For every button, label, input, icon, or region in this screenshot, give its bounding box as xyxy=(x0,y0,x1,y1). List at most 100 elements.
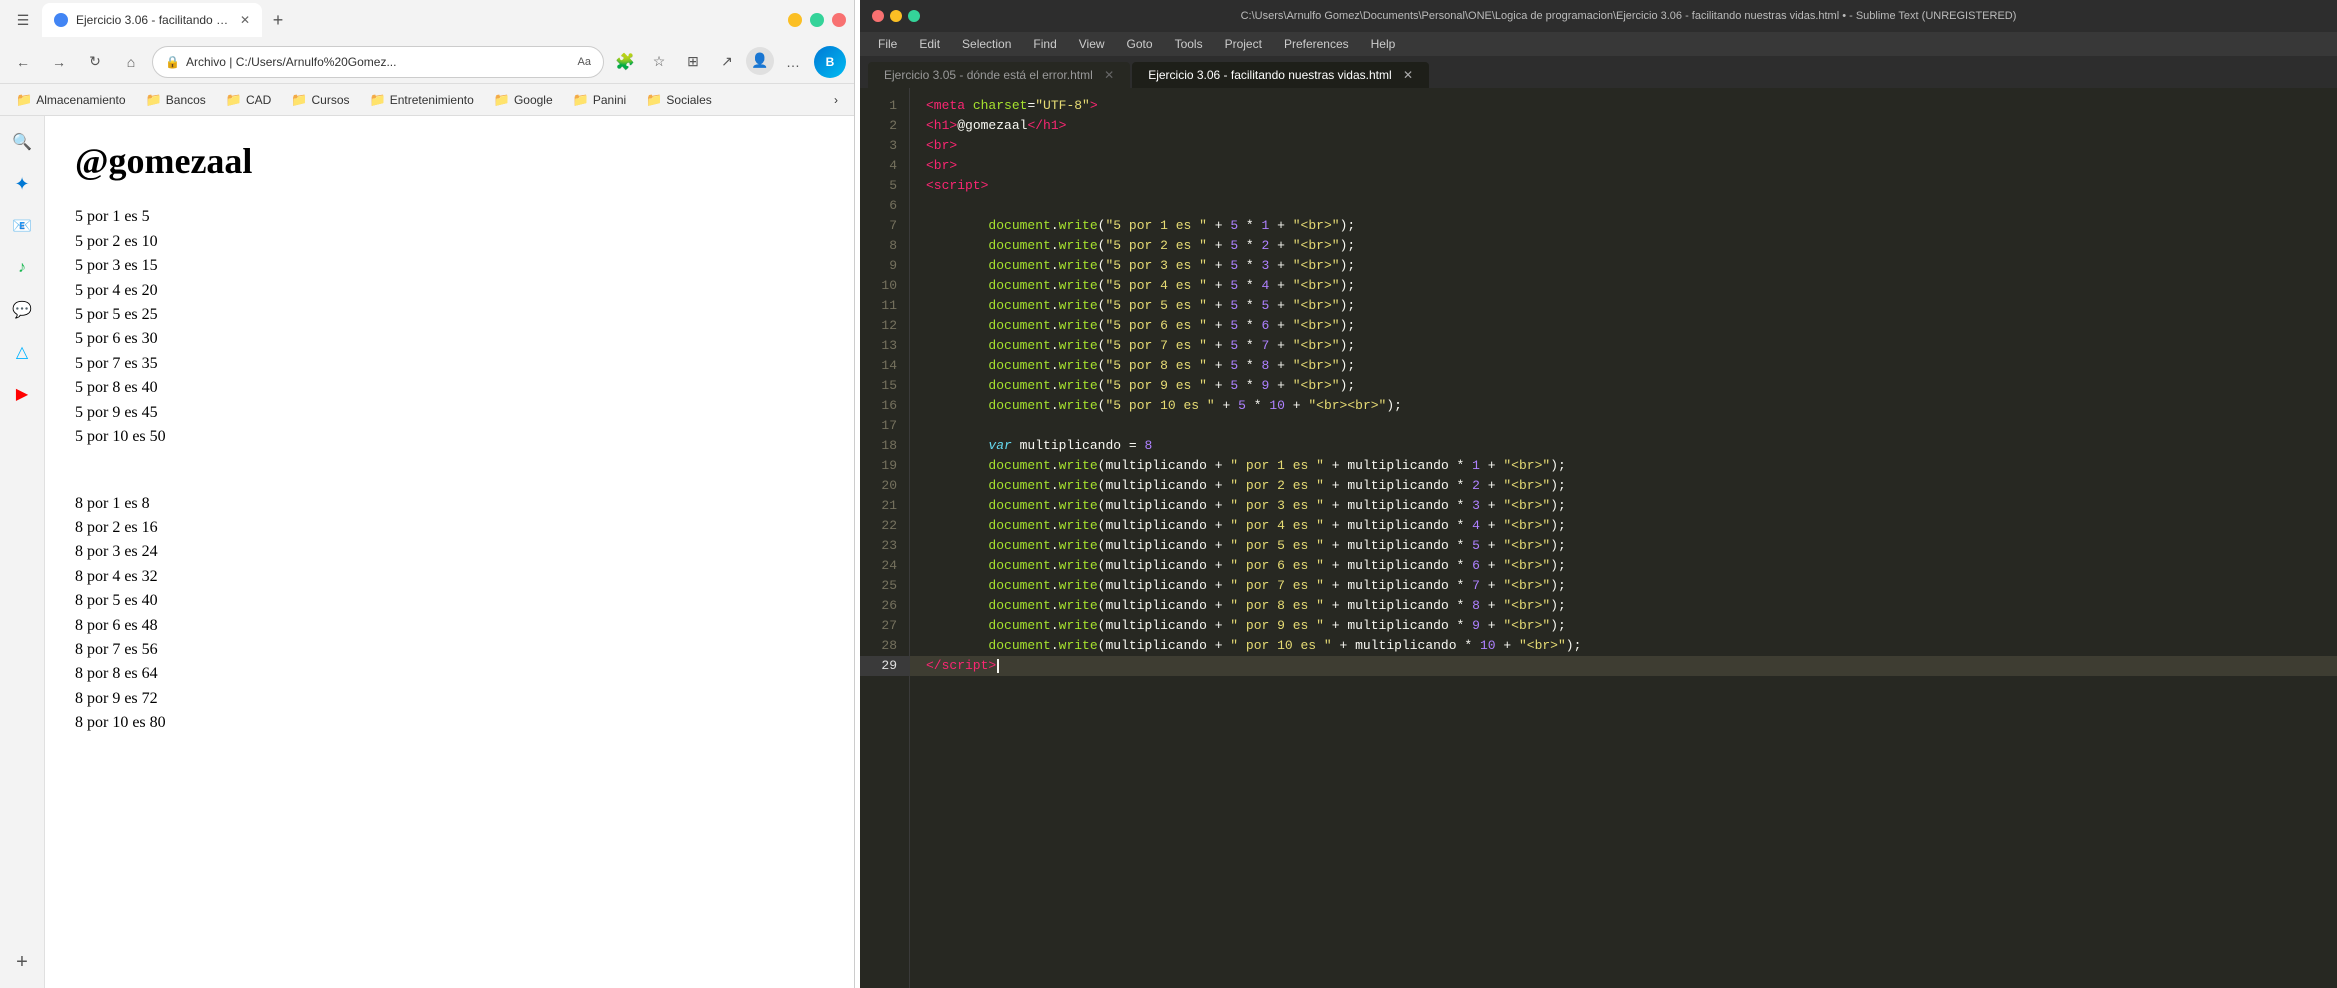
bookmark-panini[interactable]: 📁 Panini xyxy=(565,89,635,111)
sublime-tab-1[interactable]: Ejercicio 3.05 - dónde está el error.htm… xyxy=(868,62,1130,88)
profile-button[interactable]: 👤 xyxy=(746,47,774,75)
sidebar-add-icon[interactable]: + xyxy=(4,944,40,980)
line-num-17: 17 xyxy=(860,416,909,436)
line-num-15: 15 xyxy=(860,376,909,396)
new-tab-button[interactable]: + xyxy=(264,6,292,34)
line-num-25: 25 xyxy=(860,576,909,596)
menu-file[interactable]: File xyxy=(868,35,907,53)
bookmark-label: Entretenimiento xyxy=(390,93,474,107)
folder-icon: 📁 xyxy=(494,92,510,108)
sidebar-spotify-icon[interactable]: ♪ xyxy=(4,250,40,286)
forward-button[interactable]: → xyxy=(44,47,74,77)
bookmark-cursos[interactable]: 📁 Cursos xyxy=(283,89,357,111)
sidebar-camo-icon[interactable]: △ xyxy=(4,334,40,370)
folder-icon: 📁 xyxy=(146,92,162,108)
bookmark-almacenamiento[interactable]: 📁 Almacenamiento xyxy=(8,89,134,111)
sidebar-copilot-icon[interactable]: ✦ xyxy=(4,166,40,202)
menu-project[interactable]: Project xyxy=(1215,35,1272,53)
line-item: 5 por 6 es 30 xyxy=(75,328,824,350)
code-line-29: </script> xyxy=(910,656,2337,676)
line-item: 8 por 9 es 72 xyxy=(75,688,824,710)
line-num-27: 27 xyxy=(860,616,909,636)
bookmark-sociales[interactable]: 📁 Sociales xyxy=(638,89,720,111)
home-button[interactable]: ⌂ xyxy=(116,47,146,77)
bookmark-entretenimiento[interactable]: 📁 Entretenimiento xyxy=(362,89,482,111)
menu-view[interactable]: View xyxy=(1069,35,1115,53)
menu-tools[interactable]: Tools xyxy=(1165,35,1213,53)
minimize-button[interactable]: − xyxy=(788,13,802,27)
menu-preferences[interactable]: Preferences xyxy=(1274,35,1359,53)
bookmark-bancos[interactable]: 📁 Bancos xyxy=(138,89,214,111)
menu-selection[interactable]: Selection xyxy=(952,35,1021,53)
line-item: 5 por 10 es 50 xyxy=(75,426,824,448)
code-line-4: <br> xyxy=(910,156,2337,176)
code-line-12: document.write("5 por 6 es " + 5 * 6 + "… xyxy=(910,316,2337,336)
sublime-tab-2[interactable]: Ejercicio 3.06 - facilitando nuestras vi… xyxy=(1132,62,1429,88)
sublime-tab-bar: Ejercicio 3.05 - dónde está el error.htm… xyxy=(860,56,2337,88)
line-item: 5 por 3 es 15 xyxy=(75,255,824,277)
line-num-28: 28 xyxy=(860,636,909,656)
sublime-tab-2-close[interactable]: ✕ xyxy=(1403,68,1413,82)
line-item: 5 por 9 es 45 xyxy=(75,402,824,424)
sublime-minimize-button[interactable] xyxy=(890,10,902,22)
collections-button[interactable]: ⊞ xyxy=(678,47,708,77)
bing-button[interactable]: B xyxy=(814,46,846,78)
share-button[interactable]: ↗ xyxy=(712,47,742,77)
bookmarks-more-button[interactable]: › xyxy=(826,90,846,110)
tab-title: Ejercicio 3.06 - facilitando nuestr xyxy=(76,13,232,27)
sidebar-outlook-icon[interactable]: 📧 xyxy=(4,208,40,244)
code-line-23: document.write(multiplicando + " por 5 e… xyxy=(910,536,2337,556)
tab-close-button[interactable]: ✕ xyxy=(240,13,250,27)
sidebar-youtube-icon[interactable]: ▶ xyxy=(4,376,40,412)
menu-edit[interactable]: Edit xyxy=(909,35,950,53)
line-num-2: 2 xyxy=(860,116,909,136)
menu-find[interactable]: Find xyxy=(1023,35,1066,53)
line-item: 8 por 5 es 40 xyxy=(75,590,824,612)
line-item: 8 por 3 es 24 xyxy=(75,541,824,563)
browser-tab-bar: Ejercicio 3.06 - facilitando nuestr ✕ + xyxy=(42,3,784,37)
line-num-19: 19 xyxy=(860,456,909,476)
line-item: 8 por 7 es 56 xyxy=(75,639,824,661)
maximize-button[interactable]: □ xyxy=(810,13,824,27)
line-item: 8 por 10 es 80 xyxy=(75,712,824,734)
bookmark-google[interactable]: 📁 Google xyxy=(486,89,561,111)
menu-help[interactable]: Help xyxy=(1361,35,1406,53)
sublime-tab-1-close[interactable]: ✕ xyxy=(1104,68,1114,82)
nav-actions: 🧩 ☆ ⊞ ↗ 👤 … xyxy=(610,47,808,77)
folder-icon: 📁 xyxy=(291,92,307,108)
sublime-maximize-button[interactable] xyxy=(908,10,920,22)
code-area[interactable]: <meta charset="UTF-8"> <h1>@gomezaal</h1… xyxy=(910,88,2337,988)
line-num-21: 21 xyxy=(860,496,909,516)
line-num-29: 29 xyxy=(860,656,909,676)
back-button[interactable]: ← xyxy=(8,47,38,77)
sublime-editor[interactable]: 1 2 3 4 5 6 7 8 9 10 11 12 13 14 15 16 1… xyxy=(860,88,2337,988)
line-item: 5 por 2 es 10 xyxy=(75,231,824,253)
extensions-button[interactable]: 🧩 xyxy=(610,47,640,77)
line-num-1: 1 xyxy=(860,96,909,116)
bookmark-label: Cursos xyxy=(312,93,350,107)
line-item: 8 por 6 es 48 xyxy=(75,615,824,637)
menu-goto[interactable]: Goto xyxy=(1117,35,1163,53)
folder-icon: 📁 xyxy=(370,92,386,108)
refresh-button[interactable]: ↻ xyxy=(80,47,110,77)
line-num-7: 7 xyxy=(860,216,909,236)
line-item: 5 por 4 es 20 xyxy=(75,280,824,302)
code-line-10: document.write("5 por 4 es " + 5 * 4 + "… xyxy=(910,276,2337,296)
code-line-3: <br> xyxy=(910,136,2337,156)
address-bar[interactable]: 🔒 Archivo | C:/Users/Arnulfo%20Gomez... … xyxy=(152,46,604,78)
line-item: 8 por 8 es 64 xyxy=(75,663,824,685)
favorites-button[interactable]: ☆ xyxy=(644,47,674,77)
browser-tab-active[interactable]: Ejercicio 3.06 - facilitando nuestr ✕ xyxy=(42,3,262,37)
browser-content: 🔍 ✦ 📧 ♪ 💬 △ ▶ + @gomezaal 5 por 1 es 5 5… xyxy=(0,116,854,988)
read-aloud-icon: Aa xyxy=(578,56,591,68)
close-button[interactable]: ✕ xyxy=(832,13,846,27)
code-line-14: document.write("5 por 8 es " + 5 * 8 + "… xyxy=(910,356,2337,376)
sidebar-search-icon[interactable]: 🔍 xyxy=(4,124,40,160)
bookmark-cad[interactable]: 📁 CAD xyxy=(218,89,280,111)
settings-button[interactable]: … xyxy=(778,47,808,77)
sublime-menu-bar: File Edit Selection Find View Goto Tools… xyxy=(860,32,2337,56)
sidebar-whatsapp-icon[interactable]: 💬 xyxy=(4,292,40,328)
sidebar-toggle-icon[interactable]: ☰ xyxy=(8,5,38,35)
sublime-close-button[interactable] xyxy=(872,10,884,22)
folder-icon: 📁 xyxy=(16,92,32,108)
